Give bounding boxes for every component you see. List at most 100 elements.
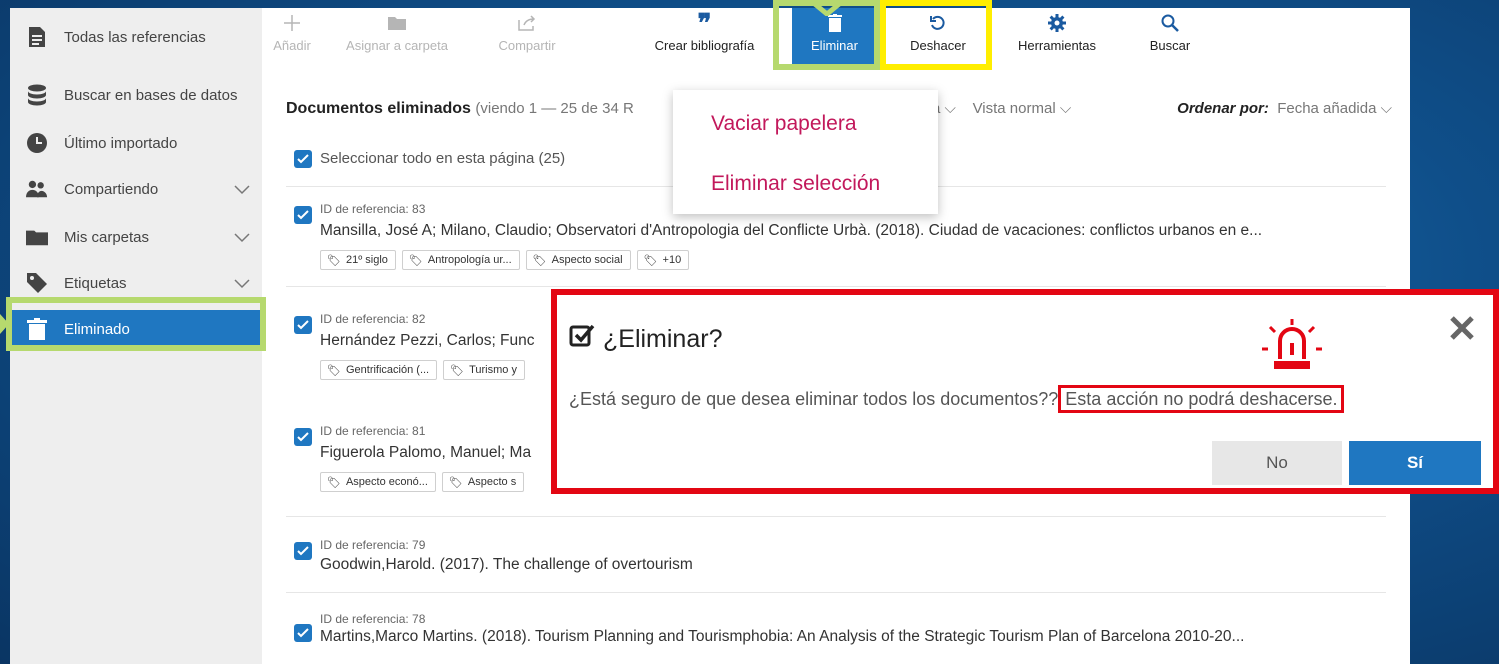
sidebar-item-label: Etiquetas — [64, 274, 127, 292]
tag-icon: 🏷 — [532, 254, 547, 267]
people-icon — [26, 178, 48, 200]
sidebar-item-sharing[interactable]: Compartiendo — [10, 170, 262, 208]
checkbox-checked-icon — [569, 323, 595, 356]
reference-id: ID de referencia: 83 — [320, 202, 426, 216]
share-icon — [518, 8, 536, 38]
tools-button[interactable]: Herramientas — [1002, 8, 1112, 66]
search-button[interactable]: Buscar — [1140, 8, 1200, 66]
pointer-arrow-icon — [810, 0, 844, 16]
dialog-title-text: ¿Eliminar? — [603, 325, 723, 353]
sidebar-item-label: Todas las referencias — [64, 28, 206, 46]
dialog-message: ¿Está seguro de que desea eliminar todos… — [569, 385, 1345, 413]
chevron-down-icon[interactable] — [234, 230, 250, 247]
tag-chip[interactable]: 🏷 Antropología ur... — [401, 250, 520, 270]
close-icon[interactable] — [1449, 315, 1475, 346]
tag-icon: 🏷 — [408, 254, 423, 267]
highlight-undo-button — [880, 0, 992, 70]
select-all-checkbox[interactable] — [294, 150, 312, 168]
tag-icon — [26, 272, 48, 294]
tag-chip[interactable]: 🏷 Turismo y — [443, 360, 525, 380]
sort-value[interactable]: Fecha añadida — [1277, 100, 1376, 117]
divider — [286, 516, 1386, 517]
divider — [286, 286, 1386, 287]
sidebar-item-label: Buscar en bases de datos — [64, 86, 238, 104]
row-checkbox[interactable] — [294, 206, 312, 224]
reference-id: ID de referencia: 78 — [320, 612, 426, 626]
tag-icon: 🏷 — [327, 364, 341, 377]
database-icon — [26, 84, 48, 106]
share-button[interactable]: Compartir — [482, 8, 572, 66]
tag-list: 🏷 Gentrificación (... 🏷 Turismo y — [320, 360, 525, 380]
add-label: Añadir — [273, 38, 311, 53]
reference-id: ID de referencia: 81 — [320, 424, 426, 438]
create-bibliography-button[interactable]: ❞ Crear bibliografía — [637, 8, 772, 66]
sidebar-item-label: Compartiendo — [64, 180, 159, 198]
sidebar-item-last-imported[interactable]: Último importado — [10, 124, 262, 162]
tag-chip[interactable]: 🏷 21º siglo — [320, 250, 396, 270]
highlight-deleted-item — [6, 297, 266, 351]
row-checkbox[interactable] — [294, 316, 312, 334]
view-mode-select[interactable]: Vista normal — [973, 100, 1056, 117]
reference-citation[interactable]: Martins,Marco Martins. (2018). Tourism P… — [320, 628, 1400, 646]
tools-label: Herramientas — [1017, 38, 1097, 53]
tag-more-chip[interactable]: 🏷 +10 — [636, 250, 690, 270]
reference-citation[interactable]: Goodwin,Harold. (2017). The challenge of… — [320, 556, 1320, 574]
assign-folder-label: Asignar a carpeta — [346, 38, 448, 53]
plus-icon — [283, 8, 301, 38]
chevron-down-icon[interactable] — [234, 276, 250, 293]
pointer-arrow-icon — [0, 314, 9, 334]
reference-id: ID de referencia: 79 — [320, 538, 426, 552]
confirm-delete-dialog: ¿Eliminar? ¿Está seguro de que desea eli… — [551, 289, 1499, 494]
tag-icon: 🏷 — [327, 254, 341, 267]
tag-icon: 🏷 — [643, 254, 658, 267]
gear-icon — [1048, 8, 1066, 38]
view-controls: a ⌵ Vista normal ⌵ — [932, 100, 1071, 117]
tag-list: 🏷 21º siglo 🏷 Antropología ur... 🏷 Aspecto … — [320, 250, 690, 270]
dialog-title: ¿Eliminar? — [569, 323, 722, 356]
add-button[interactable]: Añadir — [272, 8, 312, 66]
reference-id: ID de referencia: 82 — [320, 312, 426, 326]
empty-trash-menu-item[interactable]: Vaciar papelera — [711, 112, 857, 136]
tag-chip[interactable]: 🏷 Aspecto s — [441, 472, 525, 492]
reference-citation[interactable]: Mansilla, José A; Milano, Claudio; Obser… — [320, 222, 1400, 240]
tag-chip[interactable]: 🏷 Gentrificación (... — [320, 360, 438, 380]
folder-icon — [26, 226, 48, 248]
create-bibliography-label: Crear bibliografía — [654, 38, 755, 53]
assign-folder-button[interactable]: Asignar a carpeta — [332, 8, 462, 66]
delete-selection-menu-item[interactable]: Eliminar selección — [711, 172, 880, 196]
row-checkbox[interactable] — [294, 428, 312, 446]
dialog-warning-text: Esta acción no podrá deshacerse. — [1058, 385, 1345, 413]
tag-list: 🏷 Aspecto econó... 🏷 Aspecto s — [320, 472, 525, 492]
page-title: Documentos eliminados (viendo 1 — 25 de … — [286, 100, 634, 118]
divider — [286, 592, 1386, 593]
tag-chip[interactable]: 🏷 Aspecto econó... — [320, 472, 436, 492]
tag-icon: 🏷 — [450, 364, 465, 377]
alert-siren-icon — [1262, 319, 1322, 382]
page-subtitle: (viendo 1 — 25 de 34 R — [475, 100, 634, 117]
dialog-message-text: ¿Está seguro de que desea eliminar todos… — [569, 389, 1059, 409]
tag-chip[interactable]: 🏷 Aspecto social — [525, 250, 631, 270]
sort-label: Ordenar por: — [1177, 100, 1269, 117]
sidebar-item-label: Mis carpetas — [64, 228, 150, 246]
search-label: Buscar — [1149, 38, 1191, 53]
row-checkbox[interactable] — [294, 542, 312, 560]
share-label: Compartir — [498, 38, 556, 53]
tag-icon: 🏷 — [327, 476, 341, 489]
sidebar-item-my-folders[interactable]: Mis carpetas — [10, 218, 262, 256]
document-icon — [26, 26, 48, 48]
no-button[interactable]: No — [1212, 441, 1342, 485]
delete-dropdown-menu: Vaciar papelera Eliminar selección — [673, 90, 938, 214]
sidebar-item-search-databases[interactable]: Buscar en bases de datos — [10, 76, 262, 114]
search-icon — [1161, 8, 1179, 38]
select-all-label: Seleccionar todo en esta página (25) — [320, 150, 566, 167]
tag-icon: 🏷 — [448, 476, 463, 489]
sidebar-item-all-references[interactable]: Todas las referencias — [10, 18, 262, 56]
folder-icon — [388, 8, 406, 38]
chevron-down-icon[interactable] — [234, 182, 250, 199]
clock-icon — [26, 132, 48, 154]
row-checkbox[interactable] — [294, 624, 312, 642]
sort-control[interactable]: Ordenar por: Fecha añadida ⌵ — [1177, 100, 1392, 117]
page-title-text: Documentos eliminados — [286, 100, 471, 117]
yes-button[interactable]: Sí — [1349, 441, 1481, 485]
quote-icon: ❞ — [697, 8, 712, 38]
